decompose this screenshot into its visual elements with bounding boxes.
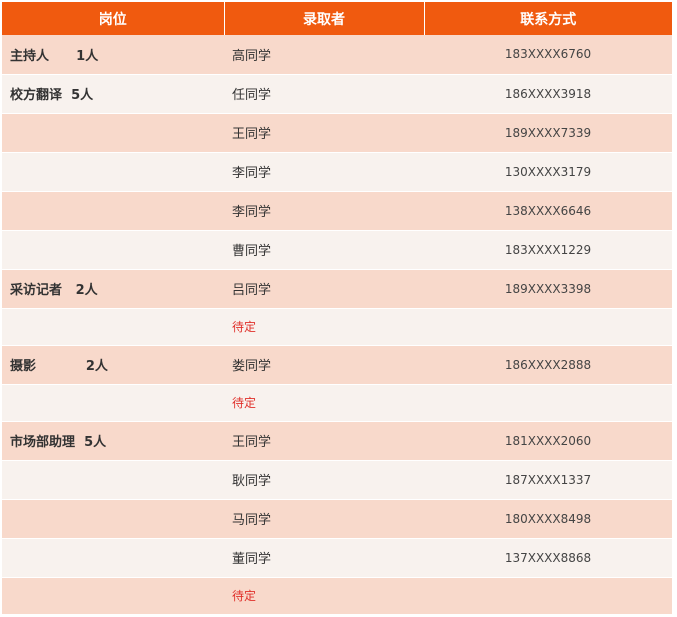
admitted-name-cell: 耿同学: [224, 460, 424, 500]
admitted-name-cell: 高同学: [224, 35, 424, 75]
contact-phone-cell: 189XXXX7339: [424, 113, 672, 153]
position-cell: [2, 384, 224, 422]
position-spacer: [62, 88, 71, 103]
position-label: 主持人: [10, 48, 50, 64]
position-label: 校方翻译: [10, 88, 63, 103]
position-cell: [2, 113, 224, 153]
table-row: 摄影 2人 娄同学 186XXXX2888: [2, 345, 672, 385]
position-cell: [2, 191, 224, 231]
table-row: 采访记者 2人 吕同学 189XXXX3398: [2, 269, 672, 309]
position-cell: [2, 577, 224, 615]
position-spacer: [62, 283, 76, 298]
position-cell: 主持人 1人: [2, 35, 224, 75]
table-row: 待定: [2, 384, 672, 422]
position-label: 市场部助理: [10, 435, 76, 450]
contact-phone-cell: 180XXXX8498: [424, 499, 672, 539]
position-spacer: [75, 435, 84, 450]
table-row: 马同学 180XXXX8498: [2, 499, 672, 539]
contact-phone-cell: 183XXXX1229: [424, 230, 672, 270]
admitted-name-cell: 马同学: [224, 499, 424, 539]
admitted-name-cell: 董同学: [224, 538, 424, 578]
position-count: 2人: [75, 283, 98, 298]
position-cell: 校方翻译 5人: [2, 74, 224, 114]
table-row: 王同学 189XXXX7339: [2, 113, 672, 153]
header-contact: 联系方式: [424, 2, 672, 35]
position-cell: [2, 152, 224, 192]
contact-phone-cell: 186XXXX3918: [424, 74, 672, 114]
position-cell: [2, 230, 224, 270]
position-cell: [2, 499, 224, 539]
position-cell: [2, 460, 224, 500]
table-row: 市场部助理 5人 王同学 181XXXX2060: [2, 421, 672, 461]
contact-phone-cell: 130XXXX3179: [424, 152, 672, 192]
admission-table-container: 岗位 录取者 联系方式 主持人 1人 高同学 183XXXX6760 校方翻译 5人任…: [2, 2, 672, 615]
table-row: 主持人 1人 高同学 183XXXX6760: [2, 35, 672, 75]
position-label: 采访记者: [10, 283, 63, 298]
admitted-name-cell: 娄同学: [224, 345, 424, 385]
header-admitted: 录取者: [224, 2, 425, 35]
contact-phone-cell: 187XXXX1337: [424, 460, 672, 500]
table-row: 待定: [2, 577, 672, 615]
admitted-name-cell: 吕同学: [224, 269, 424, 309]
table-row: 曹同学 183XXXX1229: [2, 230, 672, 270]
pending-name-cell: 待定: [224, 308, 424, 346]
contact-phone-cell: 189XXXX3398: [424, 269, 672, 309]
admission-table: 岗位 录取者 联系方式 主持人 1人 高同学 183XXXX6760 校方翻译 5人任…: [2, 2, 672, 615]
admitted-name-cell: 李同学: [224, 152, 424, 192]
contact-phone-cell: 186XXXX2888: [424, 345, 672, 385]
position-label: 摄影: [10, 359, 37, 374]
table-row: 校方翻译 5人 任同学 186XXXX3918: [2, 74, 672, 114]
position-spacer: [49, 49, 76, 64]
table-header-row: 岗位 录取者 联系方式: [2, 2, 672, 35]
pending-name-cell: 待定: [224, 384, 424, 422]
contact-phone-cell: [424, 384, 672, 422]
admitted-name-cell: 王同学: [224, 113, 424, 153]
contact-phone-cell: [424, 308, 672, 346]
table-row: 董同学 137XXXX8868: [2, 538, 672, 578]
table-row: 李同学 130XXXX3179: [2, 152, 672, 192]
admitted-name-cell: 任同学: [224, 74, 424, 114]
position-cell: 采访记者 2人: [2, 269, 224, 309]
position-count: 5人: [71, 88, 94, 103]
admitted-name-cell: 李同学: [224, 191, 424, 231]
position-spacer: [36, 359, 86, 374]
contact-phone-cell: 138XXXX6646: [424, 191, 672, 231]
contact-phone-cell: 137XXXX8868: [424, 538, 672, 578]
contact-phone-cell: 181XXXX2060: [424, 421, 672, 461]
table-row: 待定: [2, 308, 672, 346]
table-row: 耿同学 187XXXX1337: [2, 460, 672, 500]
contact-phone-cell: 183XXXX6760: [424, 35, 672, 75]
position-cell: [2, 308, 224, 346]
position-count: 2人: [85, 359, 108, 374]
admitted-name-cell: 曹同学: [224, 230, 424, 270]
position-cell: 摄影 2人: [2, 345, 224, 385]
table-row: 李同学 138XXXX6646: [2, 191, 672, 231]
position-count: 1人: [76, 48, 99, 64]
pending-name-cell: 待定: [224, 577, 424, 615]
contact-phone-cell: [424, 577, 672, 615]
position-cell: 市场部助理 5人: [2, 421, 224, 461]
position-count: 5人: [84, 435, 107, 450]
admitted-name-cell: 王同学: [224, 421, 424, 461]
position-cell: [2, 538, 224, 578]
header-position: 岗位: [2, 2, 225, 35]
